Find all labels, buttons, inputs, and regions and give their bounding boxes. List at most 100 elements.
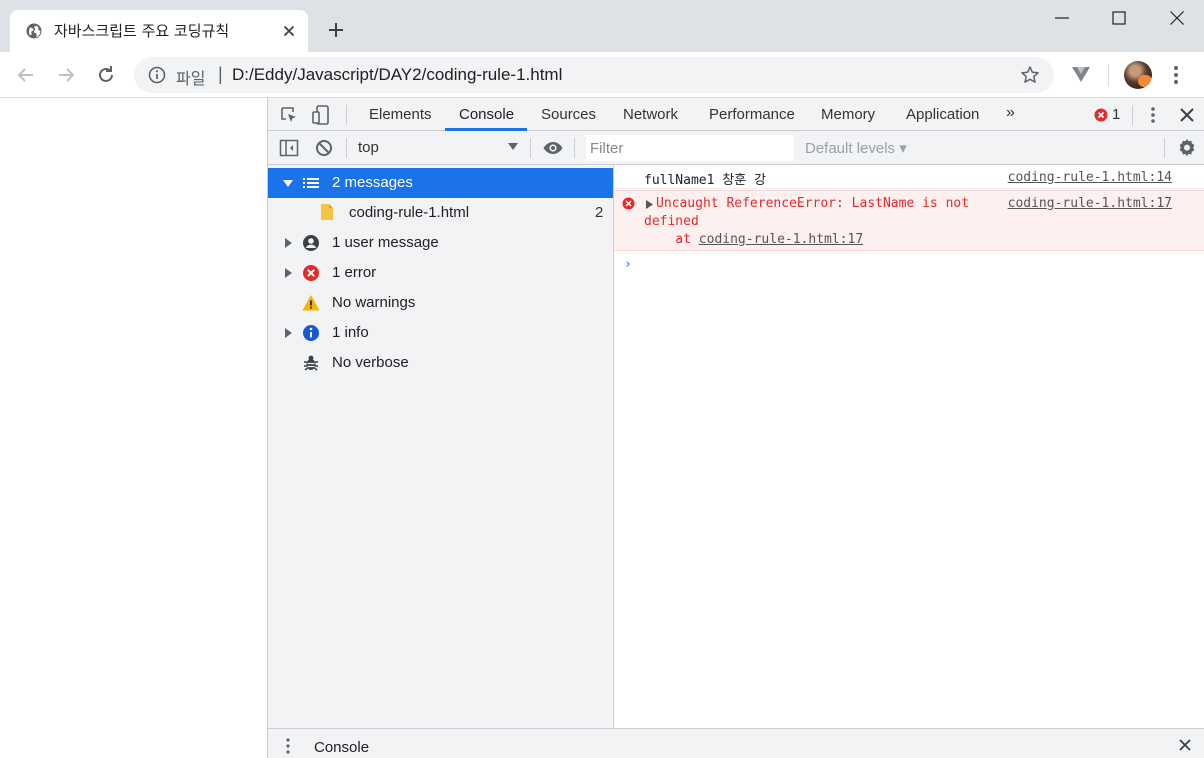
tab-elements[interactable]: Elements	[369, 98, 432, 131]
menu-dots-icon[interactable]	[1170, 63, 1182, 87]
sidebar-item-info[interactable]: 1 info	[268, 318, 613, 348]
devtools-panel: Elements Console Sources Network Perform…	[267, 98, 1204, 758]
gear-icon[interactable]	[1176, 137, 1198, 159]
sidebar-item-errors[interactable]: 1 error	[268, 258, 613, 288]
chevron-right-icon[interactable]	[283, 268, 293, 278]
info-icon[interactable]	[148, 66, 166, 84]
sidebar-item-messages[interactable]: 2 messages	[268, 168, 613, 198]
tab-memory[interactable]: Memory	[821, 98, 875, 131]
log-levels-dropdown[interactable]: Default levels ▾	[805, 139, 907, 157]
eye-icon[interactable]	[542, 137, 564, 159]
browser-toolbar: 파일 | D:/Eddy/Javascript/DAY2/coding-rule…	[0, 52, 1204, 98]
avatar[interactable]	[1124, 61, 1152, 89]
star-icon[interactable]	[1020, 65, 1040, 85]
source-link[interactable]: coding-rule-1.html:14	[1008, 170, 1172, 185]
minimize-icon[interactable]	[1050, 6, 1074, 30]
devtools-tabbar: Elements Console Sources Network Perform…	[268, 98, 1204, 131]
console-prompt[interactable]: ›	[624, 257, 632, 272]
chevron-right-icon[interactable]	[283, 238, 293, 248]
more-tabs-button[interactable]: »	[1006, 104, 1015, 122]
tab-console[interactable]: Console	[459, 98, 514, 131]
clear-console-icon[interactable]	[313, 137, 335, 159]
error-text-line1: Uncaught ReferenceError: LastName is not	[656, 196, 970, 211]
sidebar-item-label: No warnings	[332, 294, 416, 311]
sidebar-toggle-icon[interactable]	[278, 137, 300, 159]
sidebar-item-label: No verbose	[332, 354, 409, 371]
user-icon	[303, 235, 319, 251]
device-toolbar-icon[interactable]	[310, 104, 332, 126]
sidebar-item-label: 1 info	[332, 324, 369, 341]
tab-application[interactable]: Application	[906, 98, 979, 131]
inspect-element-icon[interactable]	[278, 104, 300, 126]
url-scheme-label: 파일	[176, 69, 206, 88]
expand-triangle-icon[interactable]	[646, 200, 653, 209]
sidebar-item-file[interactable]: coding-rule-1.html 2	[268, 198, 613, 228]
sidebar-item-verbose[interactable]: No verbose	[268, 348, 613, 378]
drawer-menu-icon[interactable]	[284, 737, 292, 755]
filterbar-separator	[530, 138, 531, 158]
globe-icon	[26, 23, 42, 39]
extension-icon[interactable]	[1070, 63, 1092, 85]
browser-tab[interactable]: 자바스크립트 주요 코딩규칙	[10, 10, 308, 52]
file-icon	[321, 204, 333, 220]
close-devtools-icon[interactable]	[1176, 104, 1198, 126]
chevron-down-icon[interactable]	[508, 141, 518, 151]
sidebar-item-label: 1 user message	[332, 234, 439, 251]
console-sidebar: 2 messages coding-rule-1.html 2 1 user m…	[268, 165, 614, 728]
filter-input[interactable]	[586, 135, 794, 161]
url-text[interactable]: D:/Eddy/Javascript/DAY2/coding-rule-1.ht…	[232, 65, 562, 85]
sidebar-item-label: 2 messages	[332, 174, 413, 191]
forward-icon[interactable]	[54, 63, 78, 87]
sidebar-item-user-messages[interactable]: 1 user message	[268, 228, 613, 258]
list-icon	[303, 178, 319, 188]
back-icon[interactable]	[14, 63, 38, 87]
filterbar-separator	[346, 138, 347, 158]
context-selector[interactable]: top	[358, 139, 379, 156]
stack-trace-line: at coding-rule-1.html:17	[644, 232, 863, 247]
tabbar-separator	[1132, 105, 1133, 125]
filterbar-separator	[1164, 138, 1165, 158]
chevron-down-icon[interactable]	[283, 178, 293, 188]
warning-icon	[302, 295, 320, 311]
tab-performance[interactable]: Performance	[709, 98, 795, 131]
error-icon	[303, 265, 319, 281]
sidebar-item-warnings[interactable]: No warnings	[268, 288, 613, 318]
console-error-message: Uncaught ReferenceError: LastName is not…	[614, 190, 1204, 251]
url-separator: |	[218, 64, 223, 84]
error-count-icon[interactable]	[1094, 108, 1108, 122]
bug-icon	[304, 355, 318, 371]
source-link[interactable]: coding-rule-1.html:17	[1008, 196, 1172, 211]
error-text-line2: defined	[644, 214, 699, 229]
window-close-icon[interactable]	[1165, 6, 1189, 30]
devtools-menu-icon[interactable]	[1142, 104, 1164, 126]
stack-link[interactable]: coding-rule-1.html:17	[699, 232, 863, 247]
console-message: fullName1 창훈 강 coding-rule-1.html:14	[614, 165, 1204, 189]
avatar-badge	[1138, 75, 1152, 87]
tab-strip: 자바스크립트 주요 코딩규칙	[0, 0, 1204, 52]
drawer-tab-console[interactable]: Console	[314, 739, 369, 756]
toolbar-separator	[1108, 64, 1109, 86]
close-drawer-icon[interactable]	[1178, 738, 1192, 752]
console-drawer: Console	[268, 728, 1204, 758]
error-icon	[622, 197, 635, 210]
sidebar-item-label: 1 error	[332, 264, 377, 281]
tab-title: 자바스크립트 주요 코딩규칙	[54, 22, 230, 40]
info-icon	[303, 325, 319, 341]
reload-icon[interactable]	[94, 63, 118, 87]
console-output: fullName1 창훈 강 coding-rule-1.html:14 Unc…	[614, 165, 1204, 728]
tabbar-separator	[346, 105, 347, 125]
address-bar[interactable]: 파일 | D:/Eddy/Javascript/DAY2/coding-rule…	[134, 57, 1054, 93]
close-icon[interactable]	[280, 22, 298, 40]
plus-icon[interactable]	[326, 20, 346, 40]
log-text: fullName1 창훈 강	[644, 173, 766, 188]
tab-sources[interactable]: Sources	[541, 98, 596, 131]
maximize-icon[interactable]	[1107, 6, 1131, 30]
tab-network[interactable]: Network	[623, 98, 678, 131]
message-count: 2	[595, 204, 604, 221]
stack-prefix: at	[644, 232, 699, 247]
filterbar-separator	[574, 138, 575, 158]
console-filterbar: top Default levels ▾	[268, 131, 1204, 165]
chevron-right-icon[interactable]	[283, 328, 293, 338]
error-count[interactable]: 1	[1112, 106, 1120, 123]
sidebar-item-label: coding-rule-1.html	[349, 204, 470, 221]
